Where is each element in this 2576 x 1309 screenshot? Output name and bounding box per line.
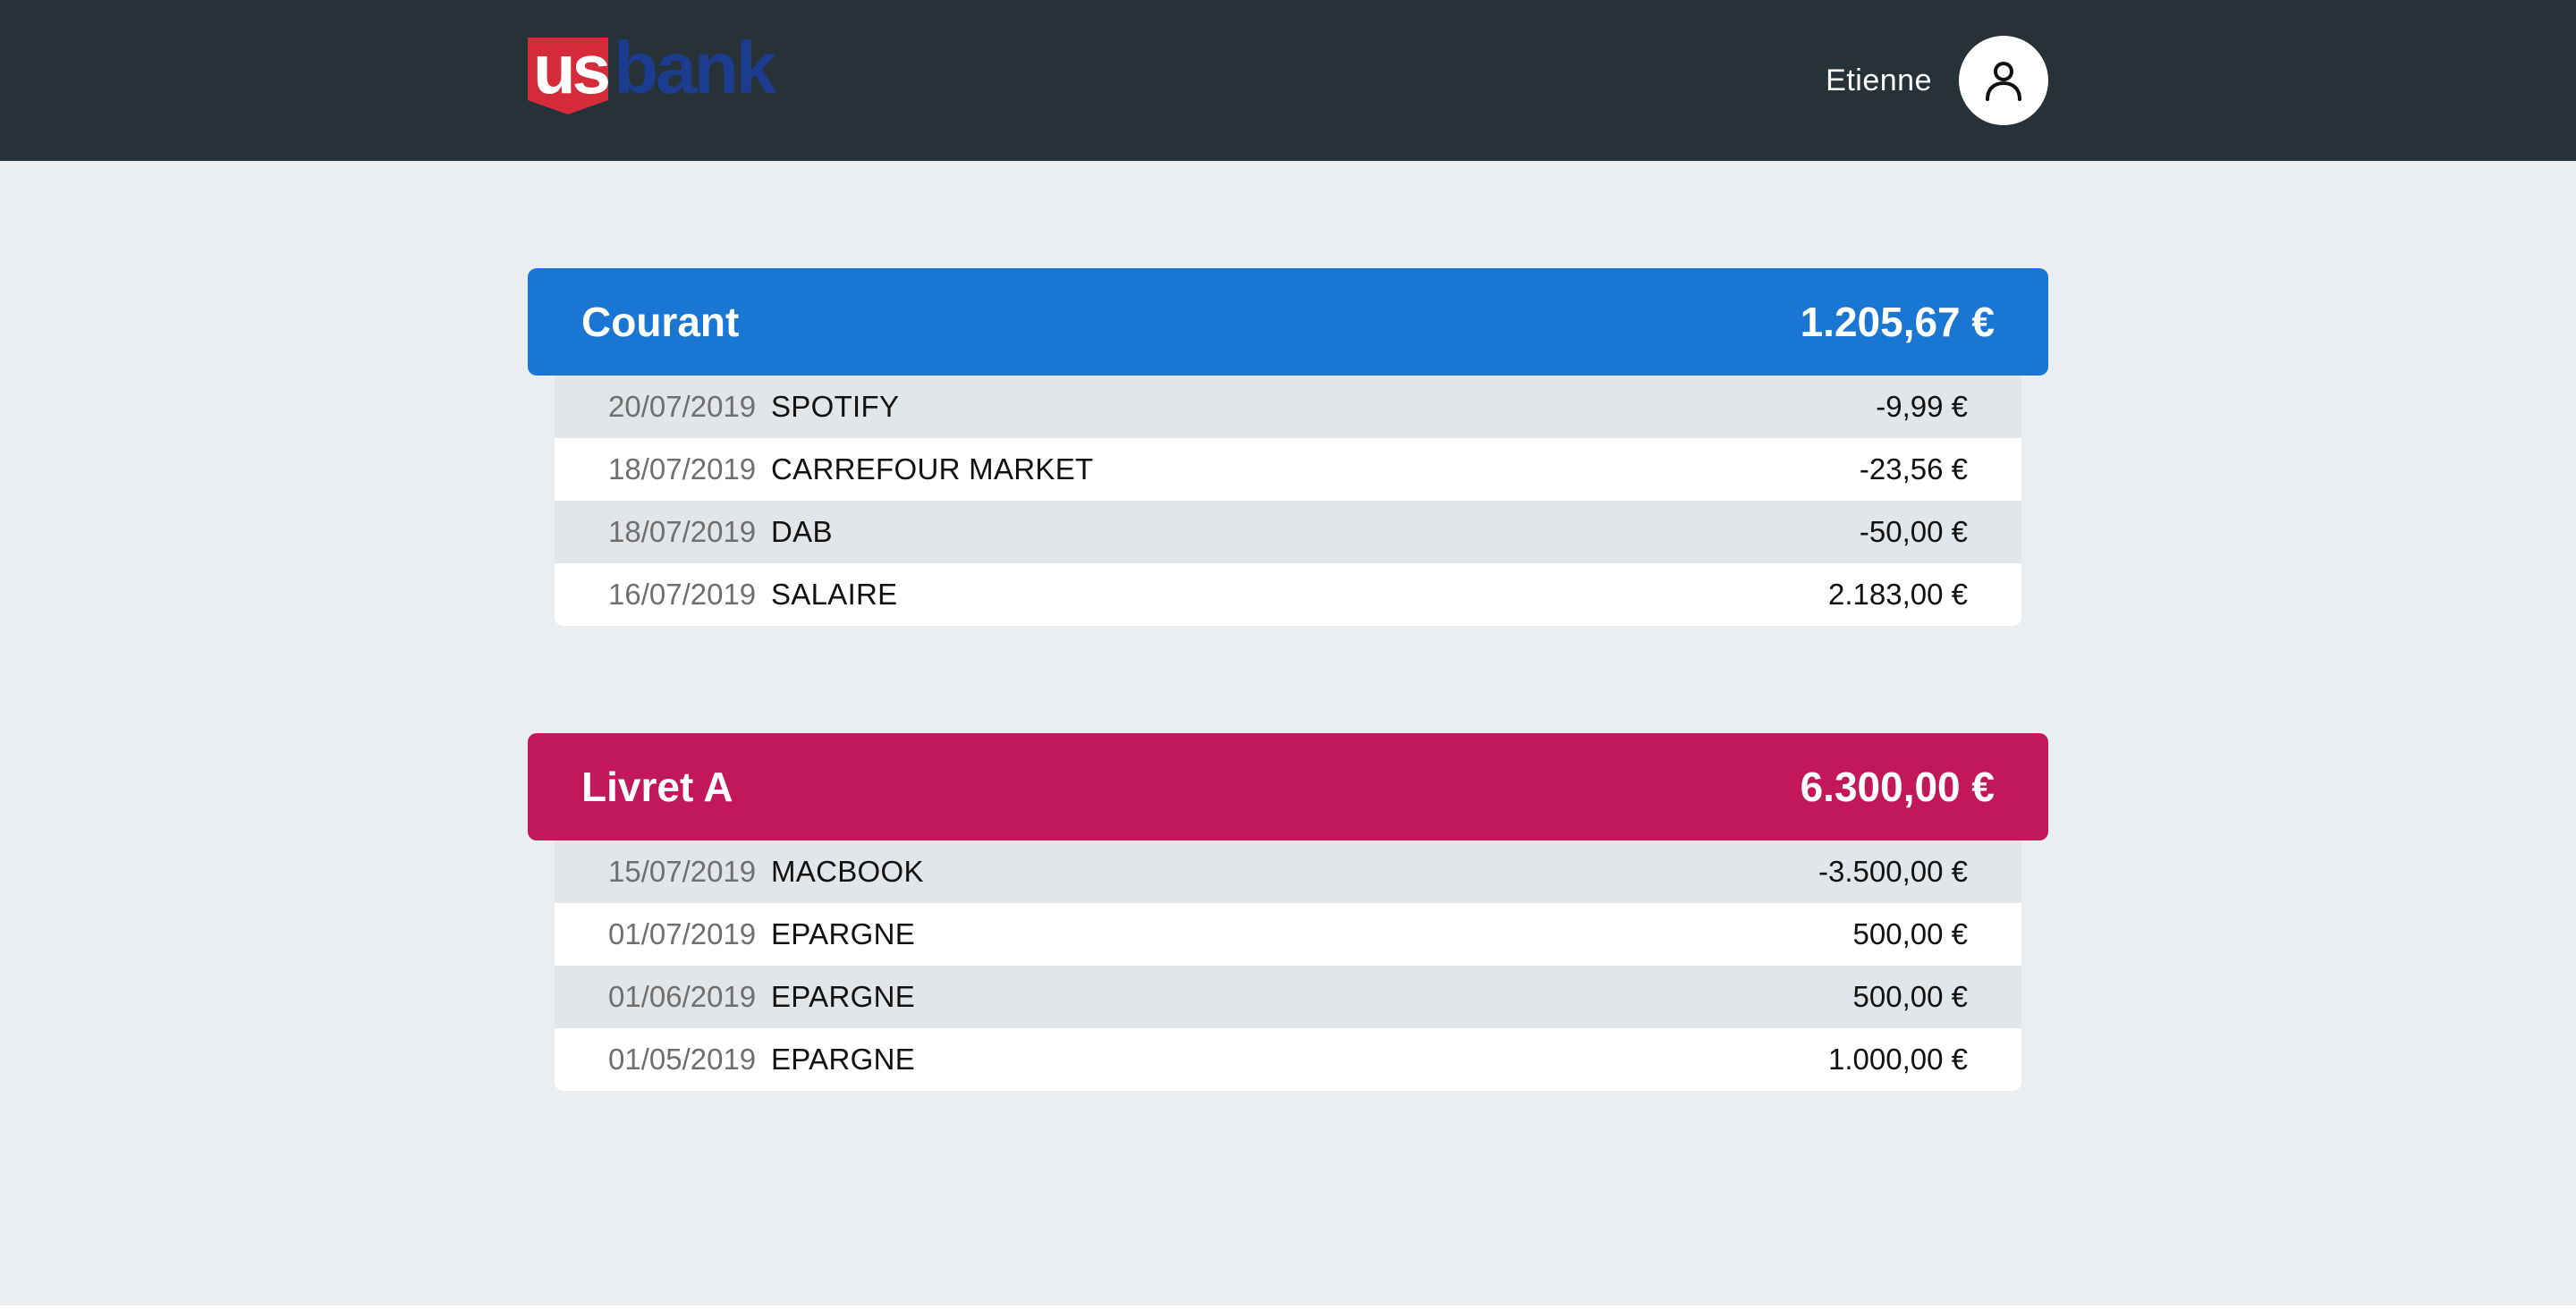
transaction-row[interactable]: 01/07/2019 EPARGNE 500,00 € xyxy=(555,903,2021,966)
avatar-button[interactable] xyxy=(1959,36,2048,125)
account-balance: 6.300,00 € xyxy=(1800,764,1995,810)
transaction-label: SPOTIFY xyxy=(771,390,900,423)
transaction-date: 20/07/2019 xyxy=(608,390,757,423)
transaction-date: 15/07/2019 xyxy=(608,855,757,888)
transaction-amount: 500,00 € xyxy=(1852,980,1968,1013)
transaction-label: EPARGNE xyxy=(771,1043,916,1076)
transaction-amount: 1.000,00 € xyxy=(1828,1043,1968,1076)
transaction-amount: -3.500,00 € xyxy=(1818,855,1968,888)
top-bar: us bank Etienne xyxy=(0,0,2576,161)
transaction-label: DAB xyxy=(771,515,833,548)
transaction-amount: 500,00 € xyxy=(1852,917,1968,950)
transaction-date: 16/07/2019 xyxy=(608,578,757,611)
logo-bank-text: bank xyxy=(614,32,777,109)
transaction-amount: 2.183,00 € xyxy=(1828,578,1968,611)
footer-divider xyxy=(0,1305,2576,1309)
account-balance: 1.205,67 € xyxy=(1800,299,1995,345)
transaction-date: 18/07/2019 xyxy=(608,515,757,548)
transaction-date: 01/07/2019 xyxy=(608,917,757,950)
user-menu[interactable]: Etienne xyxy=(1826,36,2048,125)
account-name: Courant xyxy=(581,299,740,345)
transaction-row[interactable]: 15/07/2019 MACBOOK -3.500,00 € xyxy=(555,840,2021,903)
transaction-row[interactable]: 01/05/2019 EPARGNE 1.000,00 € xyxy=(555,1028,2021,1091)
transaction-date: 18/07/2019 xyxy=(608,452,757,486)
accounts-list: Courant 1.205,67 € 20/07/2019 SPOTIFY -9… xyxy=(528,268,2048,1198)
transaction-list: 20/07/2019 SPOTIFY -9,99 € 18/07/2019 CA… xyxy=(555,376,2021,626)
transaction-label: SALAIRE xyxy=(771,578,898,611)
transaction-date: 01/06/2019 xyxy=(608,980,757,1013)
account-header[interactable]: Courant 1.205,67 € xyxy=(528,268,2048,376)
account-card: Livret A 6.300,00 € 15/07/2019 MACBOOK -… xyxy=(528,733,2048,1091)
transaction-row[interactable]: 18/07/2019 DAB -50,00 € xyxy=(555,501,2021,563)
transaction-row[interactable]: 18/07/2019 CARREFOUR MARKET -23,56 € xyxy=(555,438,2021,501)
account-header[interactable]: Livret A 6.300,00 € xyxy=(528,733,2048,840)
transaction-amount: -50,00 € xyxy=(1859,515,1968,548)
transaction-list: 15/07/2019 MACBOOK -3.500,00 € 01/07/201… xyxy=(555,840,2021,1091)
transaction-row[interactable]: 16/07/2019 SALAIRE 2.183,00 € xyxy=(555,563,2021,626)
account-card: Courant 1.205,67 € 20/07/2019 SPOTIFY -9… xyxy=(528,268,2048,626)
usbank-logo[interactable]: us bank xyxy=(526,32,857,118)
transaction-label: CARREFOUR MARKET xyxy=(771,452,1094,486)
transaction-row[interactable]: 20/07/2019 SPOTIFY -9,99 € xyxy=(555,376,2021,438)
transaction-label: EPARGNE xyxy=(771,917,916,950)
user-icon xyxy=(1986,62,2021,101)
transaction-date: 01/05/2019 xyxy=(608,1043,757,1076)
transaction-row[interactable]: 01/06/2019 EPARGNE 500,00 € xyxy=(555,966,2021,1028)
transaction-amount: -23,56 € xyxy=(1859,452,1968,486)
transaction-label: MACBOOK xyxy=(771,855,924,888)
transaction-label: EPARGNE xyxy=(771,980,916,1013)
logo-us-text: us xyxy=(533,32,609,108)
transaction-amount: -9,99 € xyxy=(1876,390,1968,423)
user-name: Etienne xyxy=(1826,63,1932,97)
account-name: Livret A xyxy=(581,764,733,810)
